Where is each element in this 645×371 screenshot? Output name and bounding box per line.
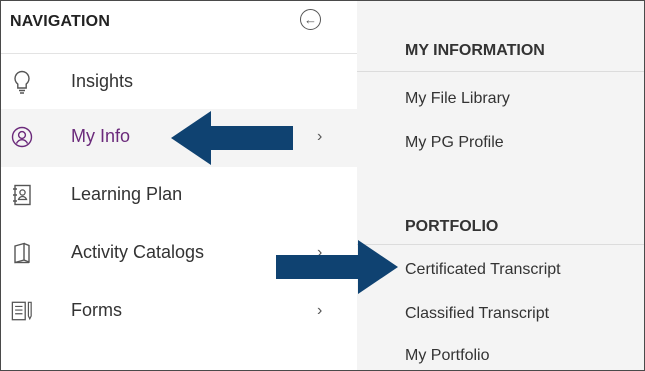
collapse-arrow-icon[interactable]: ← xyxy=(300,9,321,30)
chevron-right-icon: › xyxy=(317,302,323,319)
section-heading-portfolio: PORTFOLIO xyxy=(405,218,499,235)
section-heading-my-information: MY INFORMATION xyxy=(405,42,545,59)
link-my-portfolio[interactable]: My Portfolio xyxy=(405,347,489,365)
arrow-shape-left xyxy=(171,111,293,165)
annotation-arrow-left-icon xyxy=(171,111,293,165)
user-circle-icon xyxy=(11,126,33,148)
section-divider xyxy=(357,71,644,72)
link-certificated-transcript[interactable]: Certificated Transcript xyxy=(405,261,561,279)
nav-item-label: Activity Catalogs xyxy=(71,242,205,262)
link-my-file-library[interactable]: My File Library xyxy=(405,90,510,108)
nav-item-label: Learning Plan xyxy=(71,184,183,204)
nav-title: NAVIGATION xyxy=(10,13,111,30)
address-book-icon xyxy=(11,184,33,206)
chevron-right-icon: › xyxy=(317,128,323,145)
nav-header: NAVIGATION ← xyxy=(1,1,357,53)
arrow-shape-right xyxy=(276,240,398,294)
nav-item-learning-plan[interactable]: Learning Plan xyxy=(1,167,357,223)
link-my-pg-profile[interactable]: My PG Profile xyxy=(405,134,504,152)
book-icon xyxy=(11,242,33,264)
nav-item-insights[interactable]: Insights xyxy=(1,53,357,111)
section-divider xyxy=(357,244,644,245)
nav-item-label: Insights xyxy=(71,71,134,91)
nav-item-label: Forms xyxy=(71,300,122,320)
forms-icon xyxy=(11,300,33,322)
link-classified-transcript[interactable]: Classified Transcript xyxy=(405,305,549,323)
navigation-sidebar: NAVIGATION ← Insights My Info › Learning… xyxy=(1,1,357,370)
lightbulb-icon xyxy=(11,70,33,94)
screenshot-frame: NAVIGATION ← Insights My Info › Learning… xyxy=(0,0,645,371)
submenu-panel: MY INFORMATION My File Library My PG Pro… xyxy=(357,1,644,370)
nav-item-label: My Info xyxy=(71,126,131,146)
annotation-arrow-right-icon xyxy=(276,240,398,294)
